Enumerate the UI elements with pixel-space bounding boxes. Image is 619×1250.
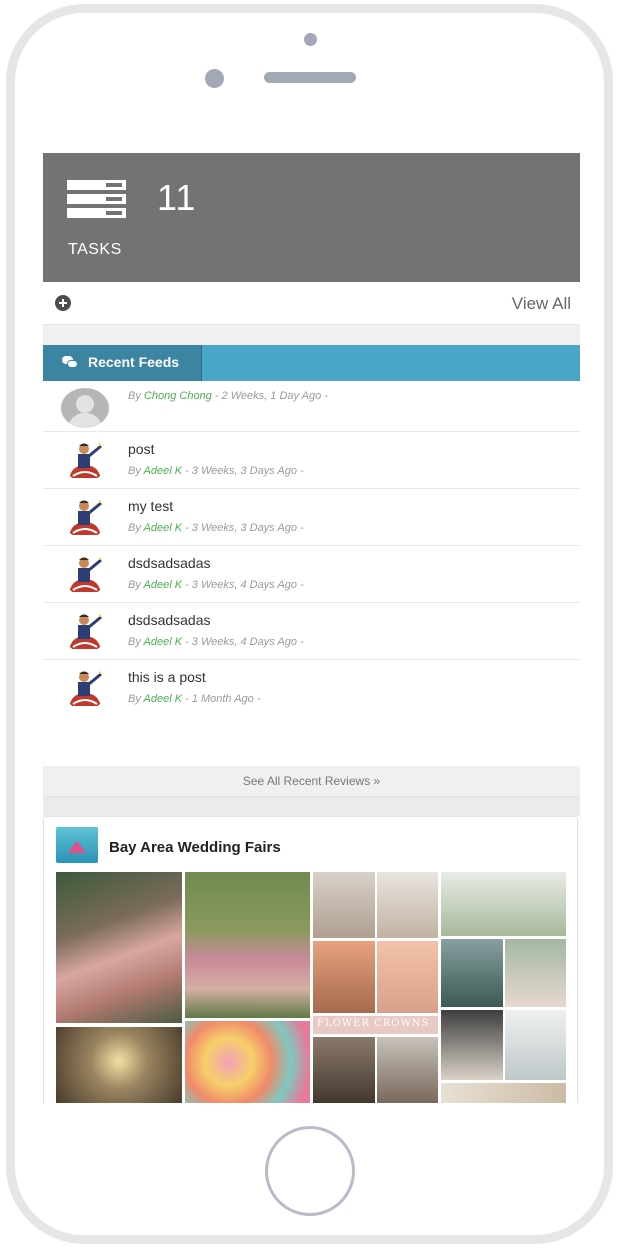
- collage-photo: [505, 939, 566, 1007]
- collage-photo: [377, 872, 438, 938]
- feed-author-link[interactable]: Adeel K: [144, 522, 183, 534]
- user-avatar: [63, 666, 107, 710]
- feed-author-link[interactable]: Chong Chong: [144, 390, 212, 402]
- user-avatar: [63, 495, 107, 539]
- feeds-header: Recent Feeds: [43, 345, 580, 381]
- feed-item[interactable]: this is a post By Adeel K - 1 Month Ago …: [43, 660, 580, 717]
- view-all-link[interactable]: View All: [512, 294, 571, 314]
- feed-author-link[interactable]: Adeel K: [144, 579, 183, 591]
- collage-photo: [313, 1037, 375, 1103]
- vendor-name[interactable]: Bay Area Wedding Fairs: [109, 839, 281, 856]
- see-all-reviews-link[interactable]: See All Recent Reviews »: [43, 766, 580, 797]
- phone-camera: [304, 33, 317, 46]
- feed-text: my test: [128, 498, 174, 514]
- collage-photo: [56, 1027, 182, 1103]
- collage-photo: [441, 939, 503, 1007]
- feed-text: dsdsadsadas: [128, 612, 211, 628]
- collage-photo: [185, 1021, 310, 1103]
- tile-footer: View All: [43, 282, 580, 325]
- feed-author-link[interactable]: Adeel K: [144, 693, 183, 705]
- tab-recent-feeds-label: Recent Feeds: [88, 354, 180, 370]
- collage-photo: [505, 1010, 566, 1080]
- default-avatar: [61, 388, 109, 428]
- tab-recent-feeds[interactable]: Recent Feeds: [43, 345, 202, 381]
- vendor-logo: [56, 827, 98, 863]
- collage-photo: [377, 941, 438, 1013]
- feed-meta: By Chong Chong - 2 Weeks, 1 Day Ago -: [128, 390, 328, 402]
- feed-author-link[interactable]: Adeel K: [144, 465, 183, 477]
- feed-text: this is a post: [128, 669, 206, 685]
- feed-text: dsdsadsadas: [128, 555, 211, 571]
- comments-icon: [62, 356, 79, 369]
- collage-photo: [313, 872, 375, 938]
- vendor-photo-collage[interactable]: FLOWER CROWNS: [56, 872, 566, 1103]
- feed-meta: By Adeel K - 3 Weeks, 3 Days Ago -: [128, 465, 304, 477]
- feed-meta: By Adeel K - 1 Month Ago -: [128, 693, 261, 705]
- feed-author-link[interactable]: Adeel K: [144, 636, 183, 648]
- vendor-card[interactable]: Bay Area Wedding Fairs FLOWER CROWNS: [43, 816, 578, 1103]
- section-divider: [43, 325, 580, 345]
- feed-meta: By Adeel K - 3 Weeks, 4 Days Ago -: [128, 579, 304, 591]
- feed-meta: By Adeel K - 3 Weeks, 4 Days Ago -: [128, 636, 304, 648]
- tasks-label: TASKS: [68, 241, 122, 258]
- feed-item[interactable]: By Chong Chong - 2 Weeks, 1 Day Ago -: [43, 381, 580, 432]
- feed-item[interactable]: dsdsadsadas By Adeel K - 3 Weeks, 4 Days…: [43, 546, 580, 603]
- feed-item[interactable]: post By Adeel K - 3 Weeks, 3 Days Ago -: [43, 432, 580, 489]
- feed-item[interactable]: dsdsadsadas By Adeel K - 3 Weeks, 4 Days…: [43, 603, 580, 660]
- feed-list: By Chong Chong - 2 Weeks, 1 Day Ago - po…: [43, 381, 580, 717]
- collage-photo: [313, 941, 375, 1013]
- collage-photo: [441, 1010, 503, 1080]
- phone-screen: 11 TASKS View All Recent Feeds By Chong …: [43, 153, 580, 1103]
- collage-photo: [441, 872, 566, 936]
- collage-photo: [377, 1037, 438, 1103]
- user-avatar: [63, 609, 107, 653]
- collage-photo: [441, 1083, 566, 1103]
- collage-banner-text: FLOWER CROWNS: [317, 1018, 430, 1029]
- tasks-stat-tile[interactable]: 11 TASKS: [43, 153, 580, 282]
- phone-speaker: [264, 72, 356, 83]
- tasks-list-icon: [67, 180, 126, 218]
- user-avatar: [63, 552, 107, 596]
- phone-home-button[interactable]: [265, 1126, 355, 1216]
- collage-photo: [185, 872, 310, 1018]
- collage-photo: [56, 872, 182, 1023]
- user-avatar: [63, 438, 107, 482]
- feed-text: post: [128, 441, 155, 457]
- feed-item[interactable]: my test By Adeel K - 3 Weeks, 3 Days Ago…: [43, 489, 580, 546]
- tasks-count: 11: [157, 177, 197, 218]
- feed-meta: By Adeel K - 3 Weeks, 3 Days Ago -: [128, 522, 304, 534]
- collage-banner: FLOWER CROWNS: [313, 1016, 438, 1034]
- section-divider: [43, 797, 580, 816]
- phone-sensor: [205, 69, 224, 88]
- plus-circle-icon[interactable]: [55, 295, 71, 311]
